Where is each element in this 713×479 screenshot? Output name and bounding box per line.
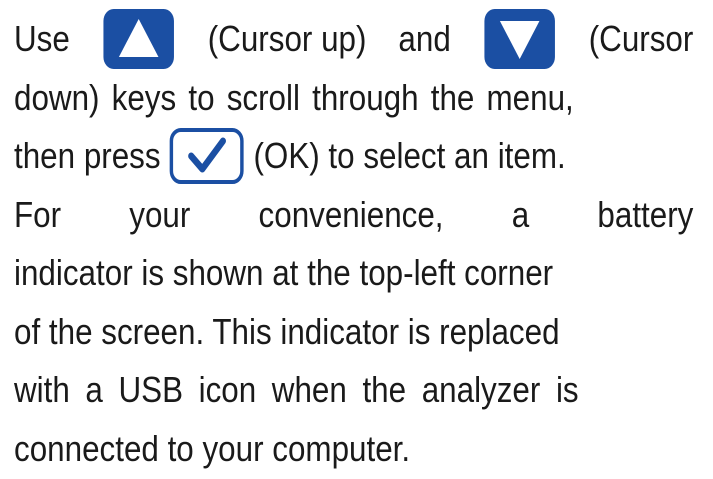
word-a: a bbox=[511, 193, 530, 235]
text-line-2: down) keys to scroll through the menu, bbox=[14, 69, 693, 128]
line-3-before: then press bbox=[14, 135, 161, 176]
line-5-text: indicator is shown at the top-left corne… bbox=[14, 252, 554, 293]
line-2-text: down) keys to scroll through the menu, bbox=[14, 76, 574, 118]
instruction-paragraph: Use (Cursor up) and (Cursor down) keys t… bbox=[14, 7, 694, 479]
word-convenience: convenience, bbox=[258, 193, 444, 235]
ok-check-key-icon bbox=[169, 127, 245, 185]
line-7-text: with a USB icon when the analyzer is bbox=[14, 369, 579, 410]
word-battery: battery bbox=[597, 193, 694, 235]
cursor-up-key-icon bbox=[102, 7, 176, 71]
word-your: your bbox=[129, 193, 191, 235]
text-line-1: Use (Cursor up) and (Cursor bbox=[14, 7, 694, 71]
text-line-5: indicator is shown at the top-left corne… bbox=[14, 244, 693, 303]
word-for: For bbox=[14, 193, 62, 235]
line-6-text: of the screen. This indicator is replace… bbox=[14, 310, 560, 352]
cursor-down-key-icon bbox=[483, 7, 557, 71]
text-line-8: connected to your computer. bbox=[14, 420, 693, 479]
word-use: Use bbox=[14, 18, 70, 59]
text-line-7: with a USB icon when the analyzer is bbox=[14, 361, 693, 420]
text-line-4: For your convenience, a battery bbox=[14, 186, 693, 245]
cursor-up-caption: (Cursor up) bbox=[207, 18, 367, 59]
line-8-text: connected to your computer. bbox=[14, 427, 411, 469]
cursor-down-caption: (Cursor bbox=[588, 18, 694, 59]
text-line-3: then press (OK) to select an item. bbox=[14, 127, 693, 186]
line-3-after: (OK) to select an item. bbox=[253, 135, 566, 176]
text-line-6: of the screen. This indicator is replace… bbox=[14, 303, 693, 362]
word-and: and bbox=[398, 18, 451, 59]
